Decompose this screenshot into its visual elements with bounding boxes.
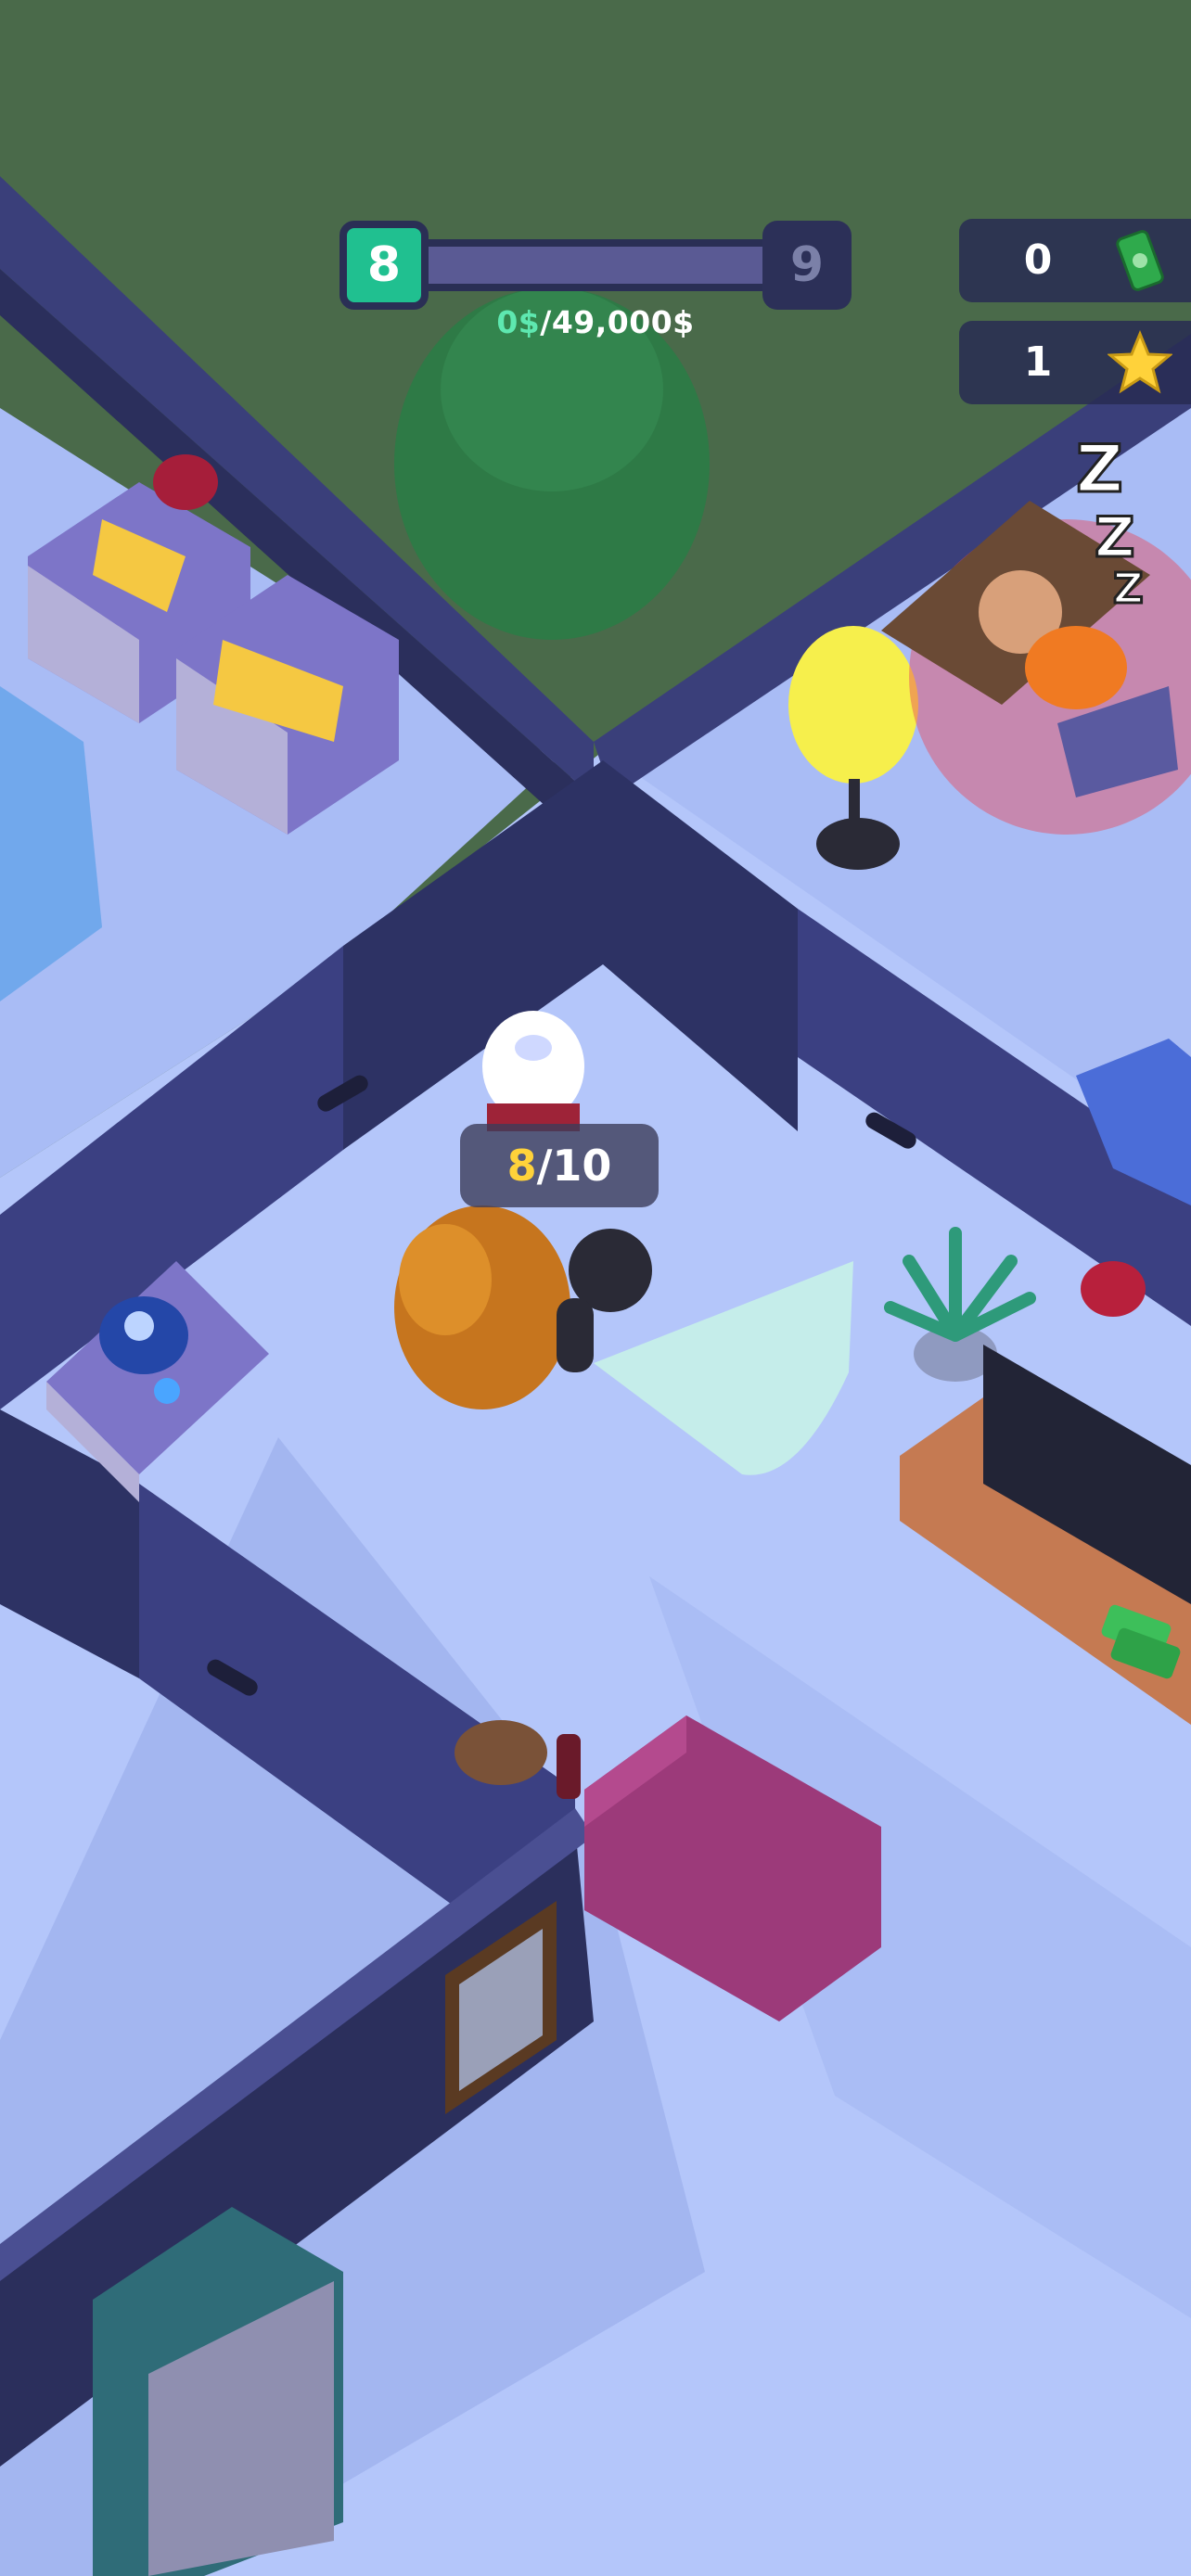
star-value: 1 <box>1023 338 1053 386</box>
star-icon <box>1108 330 1172 394</box>
svg-text:Z: Z <box>1095 505 1135 570</box>
loot-capacity-counter: 8/10 <box>460 1124 659 1207</box>
cash-counter[interactable]: 0 <box>959 219 1191 302</box>
level-progress-track <box>414 239 785 291</box>
money-separator: / <box>540 304 552 340</box>
svg-text:Z: Z <box>1113 564 1144 613</box>
svg-text:Z: Z <box>1076 431 1123 507</box>
money-goal-value: 49,000$ <box>551 304 695 340</box>
current-level-badge: 8 <box>339 221 429 310</box>
next-level-badge: 9 <box>762 221 852 310</box>
cash-value: 0 <box>1023 236 1053 284</box>
game-screen[interactable]: Z Z Z 8 9 0$/49,000$ 0 1 8/10 <box>0 0 1191 2576</box>
tree <box>394 287 710 640</box>
money-current: 0$ <box>496 304 541 340</box>
loot-separator: / <box>536 1141 553 1191</box>
level-progress: 8 9 <box>339 221 852 310</box>
red-alarm-right <box>1081 1261 1146 1317</box>
loot-max: 10 <box>552 1141 612 1191</box>
star-counter[interactable]: 1 <box>959 321 1191 404</box>
cash-icon <box>1116 230 1164 291</box>
camera-marker-icon <box>482 1011 584 1131</box>
red-alarm-left <box>153 454 218 510</box>
loot-current: 8 <box>506 1141 537 1191</box>
